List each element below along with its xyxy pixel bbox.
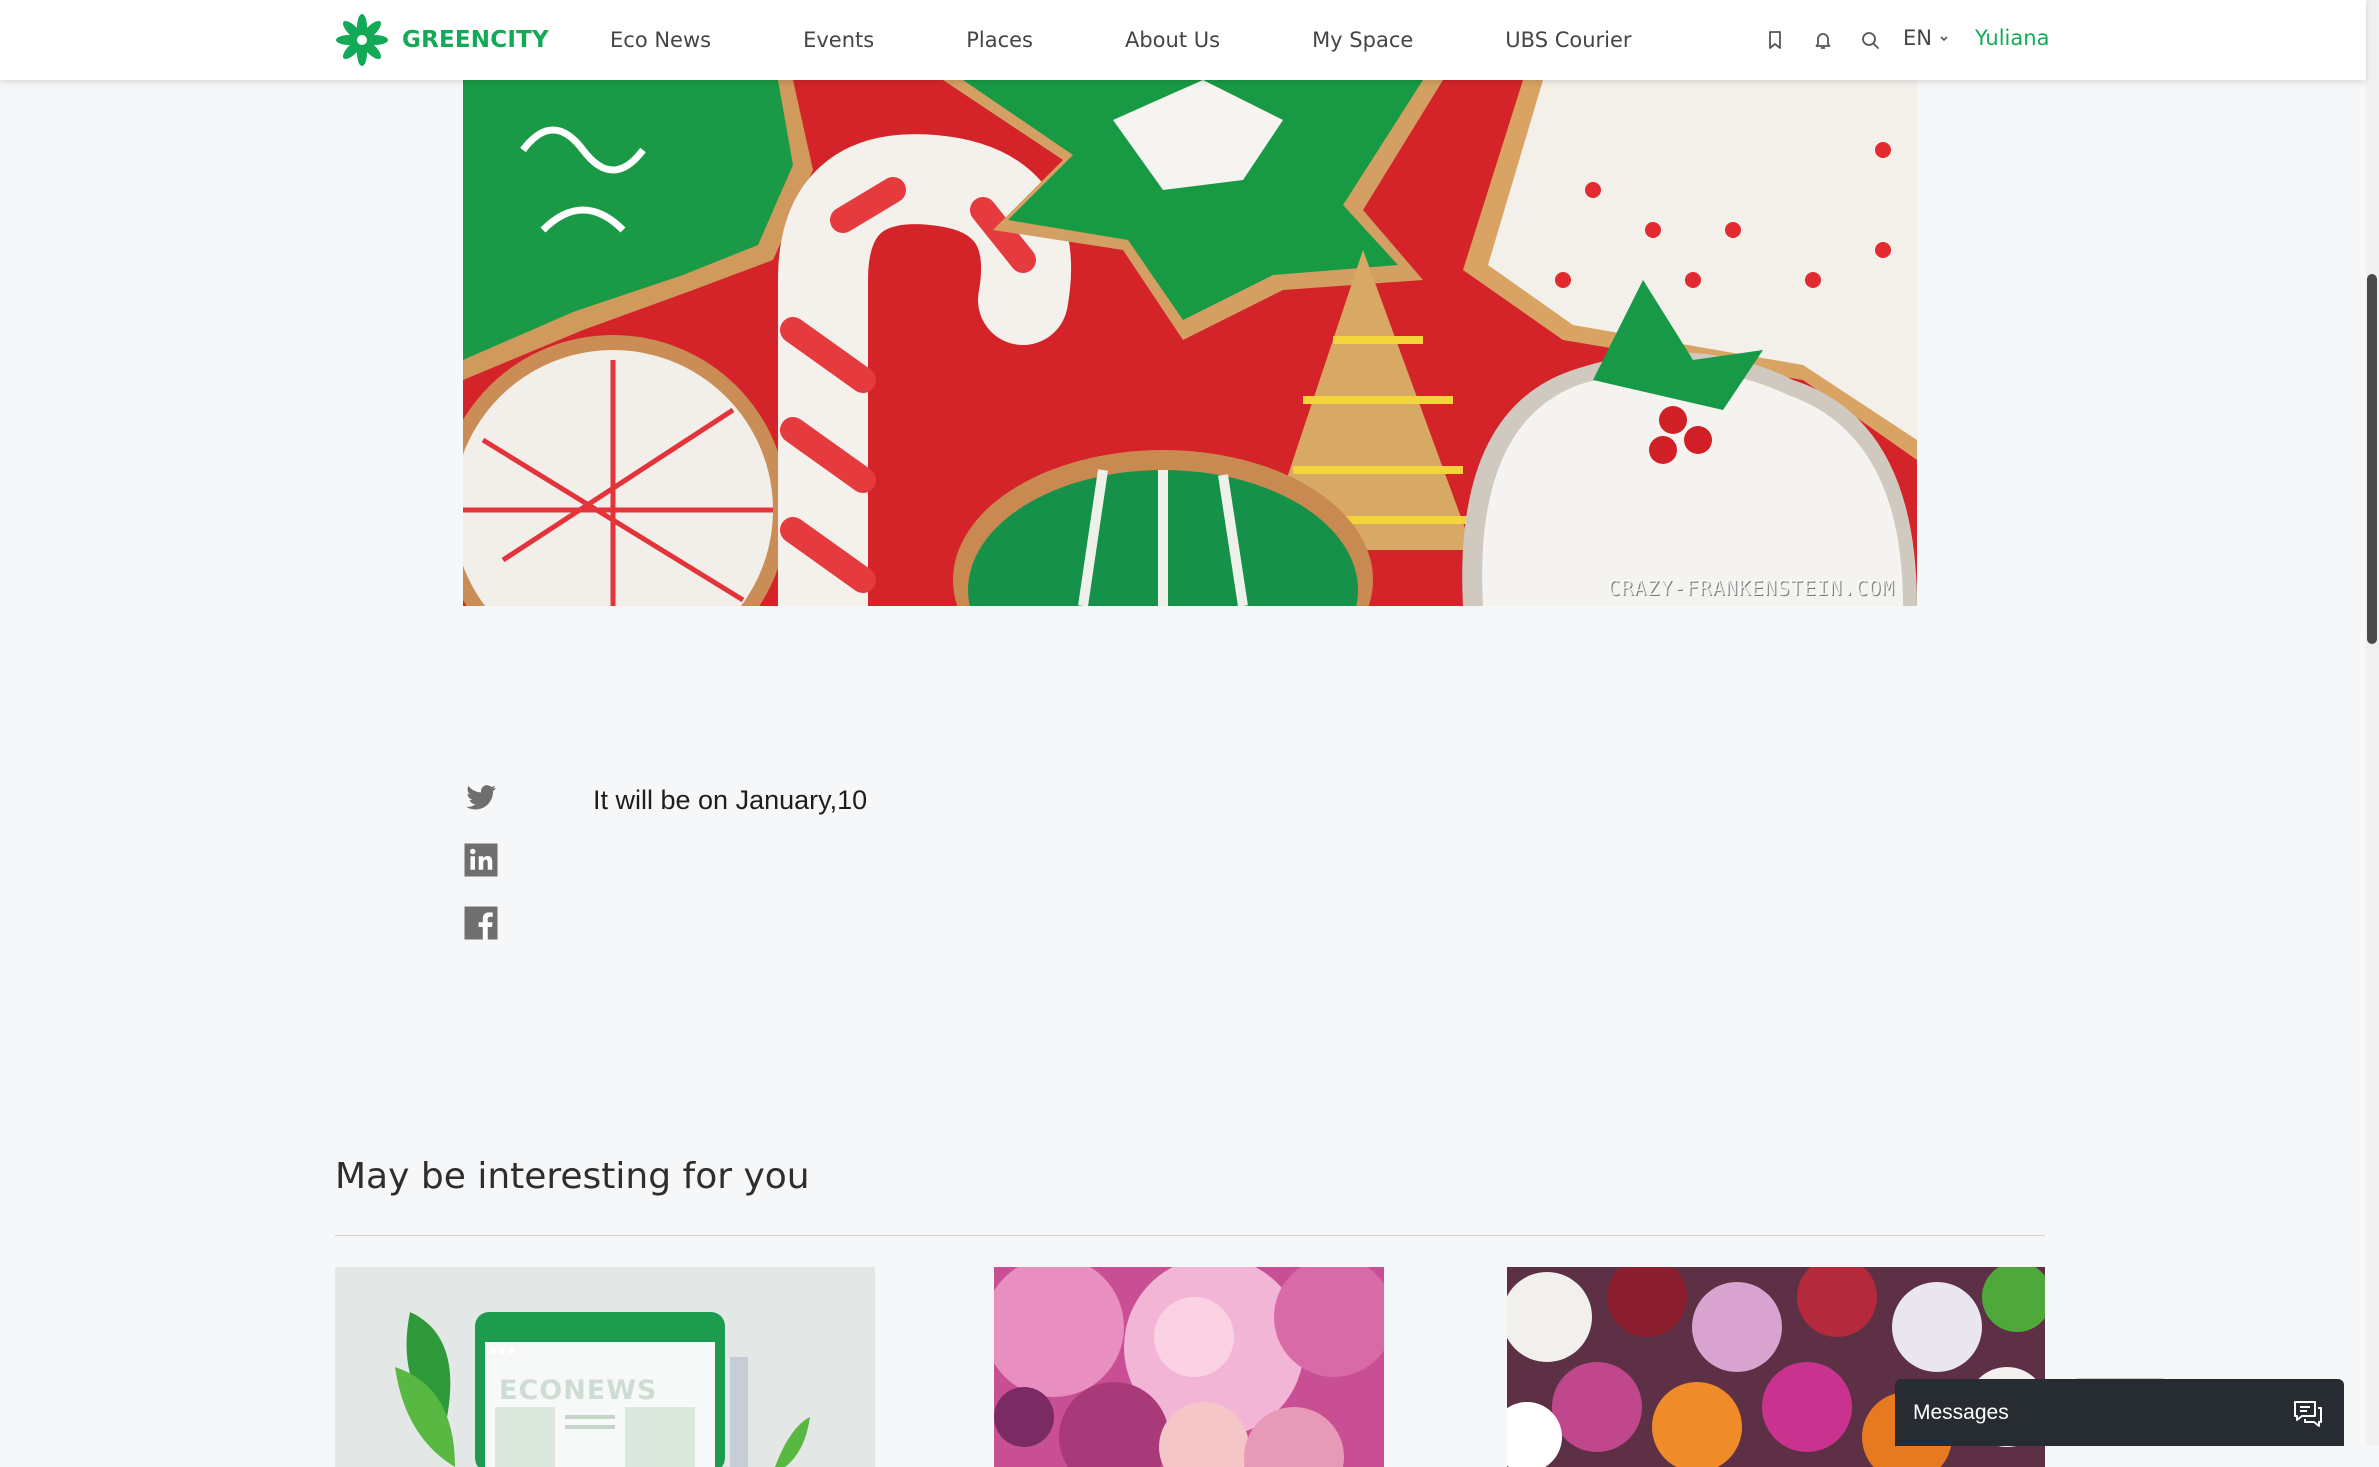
messages-panel[interactable]: Messages (1895, 1379, 2344, 1446)
user-name[interactable]: Yuliana (1975, 26, 2049, 50)
scrollbar-track[interactable] (2366, 0, 2379, 1446)
logo[interactable]: GREENCITY (334, 12, 549, 68)
nav-events[interactable]: Events (803, 28, 874, 52)
chat-icon[interactable] (2292, 1399, 2324, 1429)
language-label: EN (1903, 26, 1932, 50)
article-hero-image: CRAZY-FRANKENSTEIN.COM (463, 80, 1917, 606)
nav-my-space[interactable]: My Space (1312, 28, 1413, 52)
related-card-peonies[interactable] (994, 1267, 1384, 1467)
facebook-icon[interactable] (463, 905, 499, 941)
logo-text: GREENCITY (402, 27, 549, 53)
scrollbar-thumb[interactable] (2367, 274, 2377, 644)
section-divider (335, 1235, 2045, 1236)
bell-icon[interactable] (1811, 28, 1835, 52)
twitter-icon[interactable] (463, 779, 499, 815)
card-badge-text: ECONEWS (499, 1375, 658, 1406)
nav-places[interactable]: Places (966, 28, 1033, 52)
linkedin-icon[interactable] (463, 842, 499, 878)
article-body: It will be on January,10 (593, 785, 868, 815)
bookmark-icon[interactable] (1763, 28, 1787, 52)
main-nav: Eco News Events Places About Us My Space… (610, 0, 1632, 80)
search-icon[interactable] (1858, 28, 1882, 52)
site-header: GREENCITY Eco News Events Places About U… (0, 0, 2366, 80)
messages-label: Messages (1913, 1400, 2009, 1424)
image-watermark: CRAZY-FRANKENSTEIN.COM (1608, 576, 1895, 600)
related-section-title: May be interesting for you (335, 1156, 810, 1197)
chevron-down-icon (1940, 36, 1948, 42)
language-switcher[interactable]: EN (1903, 26, 1950, 50)
nav-about-us[interactable]: About Us (1125, 28, 1220, 52)
logo-icon (336, 14, 388, 66)
related-card-econews[interactable]: ECONEWS (335, 1267, 875, 1467)
nav-ubs-courier[interactable]: UBS Courier (1505, 28, 1631, 52)
nav-eco-news[interactable]: Eco News (610, 28, 711, 52)
